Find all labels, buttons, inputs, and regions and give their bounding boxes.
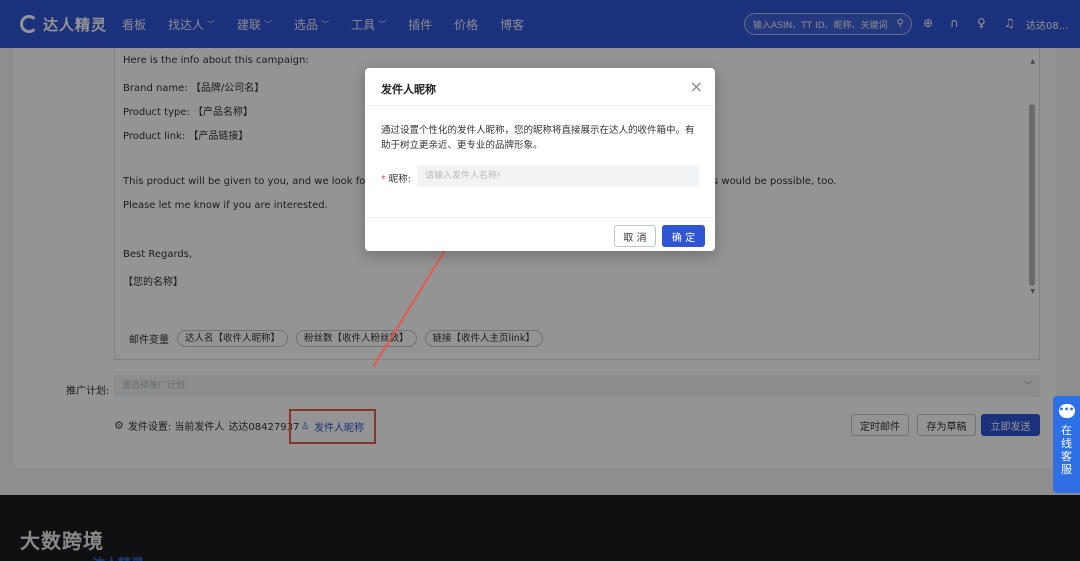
dialog-divider — [365, 105, 715, 106]
required-mark: * — [381, 174, 386, 185]
dialog-title: 发件人昵称 — [381, 83, 436, 96]
cancel-button[interactable]: 取 消 — [614, 225, 656, 247]
nickname-label-text: 昵称: — [388, 174, 411, 185]
nickname-dialog: 发件人昵称 × 通过设置个性化的发件人昵称，您的昵称将直接展示在达人的收件箱中。… — [365, 68, 715, 251]
confirm-button[interactable]: 确 定 — [662, 225, 705, 247]
chat-label: 在线客服 — [1061, 424, 1072, 476]
chat-icon: ••• — [1058, 404, 1075, 418]
online-support-tab[interactable]: ••• 在线客服 — [1053, 396, 1080, 493]
dialog-divider — [365, 217, 715, 218]
dialog-description: 通过设置个性化的发件人昵称，您的昵称将直接展示在达人的收件箱中。有助于树立更亲近… — [381, 125, 695, 151]
nickname-input[interactable] — [417, 165, 699, 187]
close-icon[interactable]: × — [690, 77, 703, 96]
nickname-label: * 昵称: — [381, 171, 411, 185]
